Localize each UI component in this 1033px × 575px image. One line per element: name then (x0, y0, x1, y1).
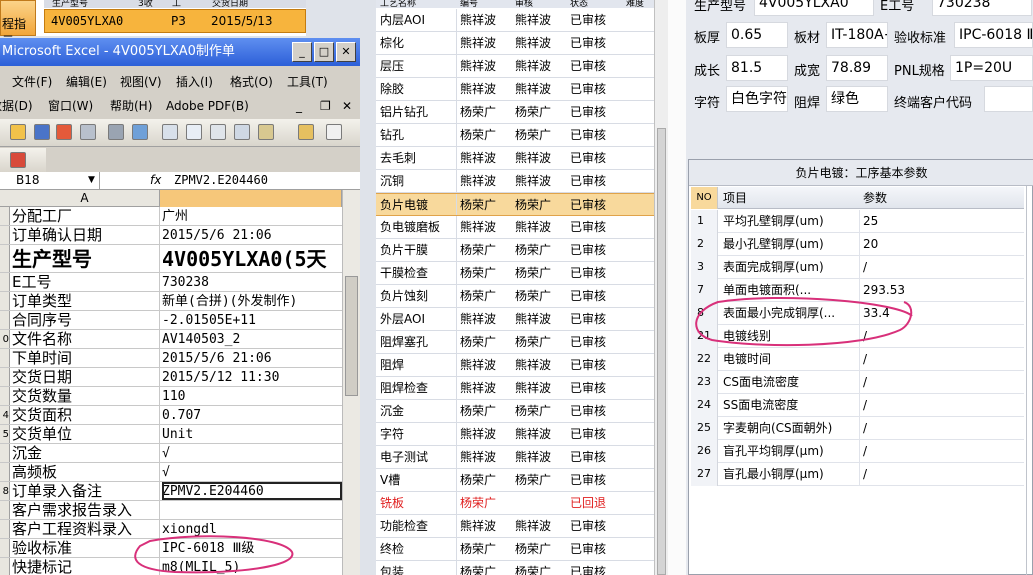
annotation-circle-params (695, 296, 913, 347)
annotation-circle-standard (134, 535, 294, 574)
annotation-layer (134, 296, 913, 574)
